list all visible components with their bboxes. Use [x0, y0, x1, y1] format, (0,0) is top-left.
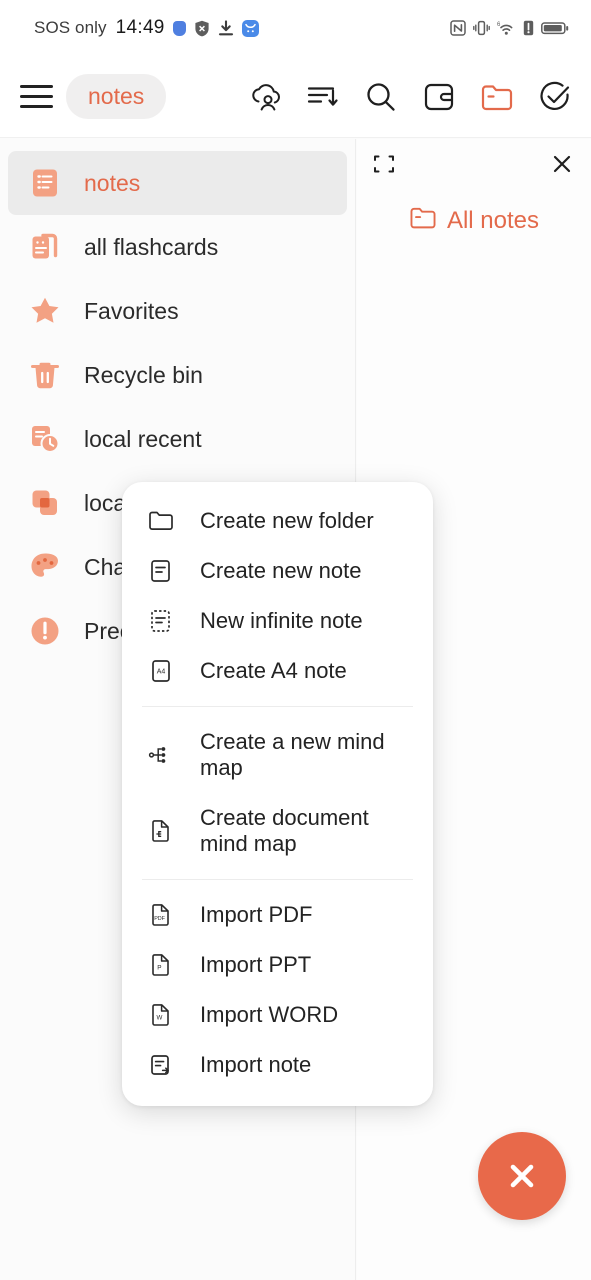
ppt-file-icon: P [148, 952, 174, 978]
hamburger-menu-icon[interactable] [14, 75, 58, 119]
create-menu-popup: Create new folder Create new note New in… [122, 482, 433, 1106]
download-icon [218, 19, 234, 37]
menu-item-create-document-mind-map[interactable]: Create document mind map [122, 793, 433, 869]
menu-item-import-ppt[interactable]: P Import PPT [122, 940, 433, 990]
menu-item-label: Import note [200, 1051, 312, 1077]
svg-text:PDF: PDF [154, 916, 165, 922]
cloud-account-icon[interactable] [247, 79, 283, 115]
sidebar-item-local-recent[interactable]: local recent [8, 407, 347, 471]
flashcards-icon [28, 230, 62, 264]
word-file-icon: W [148, 1002, 174, 1028]
collapse-icon[interactable] [369, 149, 399, 179]
check-circle-icon[interactable] [537, 79, 573, 115]
app-header: notes [0, 56, 591, 138]
clock-history-icon [28, 422, 62, 456]
menu-item-label: Import PPT [200, 951, 312, 977]
note-list-icon [28, 166, 62, 200]
trash-icon [28, 358, 62, 392]
panel-toggle-icon[interactable] [421, 79, 457, 115]
star-icon [28, 294, 62, 328]
svg-text:P: P [157, 964, 161, 971]
sidebar-item-favorites[interactable]: Favorites [8, 279, 347, 343]
menu-item-import-word[interactable]: W Import WORD [122, 990, 433, 1040]
menu-item-create-new-note[interactable]: Create new note [122, 546, 433, 596]
menu-item-create-a-new-mind-map[interactable]: Create a new mind map [122, 717, 433, 793]
close-icon [510, 1164, 534, 1188]
blue-shield-icon [172, 20, 186, 36]
sidebar-item-label: Recycle bin [84, 361, 203, 388]
note-outline-icon [148, 558, 174, 584]
menu-item-label: Create A4 note [200, 658, 347, 684]
sidebar-item-label: all flashcards [84, 233, 219, 260]
menu-item-label: Create new note [200, 558, 362, 584]
content-area: notes all flashcards Favorites Recycle b… [0, 139, 591, 1280]
document-mindmap-icon [148, 818, 174, 844]
sidebar-item-label: notes [84, 169, 141, 196]
sidebar-item-recycle-bin[interactable]: Recycle bin [8, 343, 347, 407]
status-bar-left: SOS only 14:49 [34, 17, 259, 39]
menu-item-label: Create a new mind map [200, 729, 385, 780]
sidebar-item-notes[interactable]: notes [8, 151, 347, 215]
menu-item-new-infinite-note[interactable]: New infinite note [122, 596, 433, 646]
import-note-icon [148, 1052, 174, 1078]
all-notes-label: All notes [446, 207, 540, 234]
svg-text:A4: A4 [157, 669, 166, 676]
menu-divider [142, 878, 413, 880]
close-icon[interactable] [547, 149, 577, 179]
status-bar: SOS only 14:49 6 [0, 0, 591, 56]
clock-label: 14:49 [115, 17, 165, 38]
sidebar-item-label: Favorites [84, 297, 179, 324]
mindmap-icon [148, 742, 174, 768]
all-notes-header[interactable]: All notes [357, 205, 591, 237]
alert-icon [523, 20, 534, 36]
sort-icon[interactable] [305, 79, 341, 115]
exclamation-circle-icon [28, 614, 62, 648]
folder-icon[interactable] [479, 79, 515, 115]
wifi6-icon: 6 [497, 20, 516, 36]
folder-icon [409, 205, 437, 237]
menu-item-label: Import WORD [200, 1001, 339, 1027]
palette-icon [28, 550, 62, 584]
stacked-squares-icon [28, 486, 62, 520]
close-fab-button[interactable] [478, 1132, 566, 1220]
menu-item-import-note[interactable]: Import note [122, 1040, 433, 1090]
folder-outline-icon [148, 508, 174, 534]
menu-item-import-pdf[interactable]: PDF Import PDF [122, 890, 433, 940]
page-title[interactable]: notes [66, 74, 167, 119]
sidebar-item-label: local recent [84, 425, 202, 452]
menu-item-create-new-folder[interactable]: Create new folder [122, 496, 433, 546]
app-header-actions [247, 79, 573, 115]
nfc-icon [450, 20, 466, 36]
menu-item-label: New infinite note [200, 608, 363, 634]
vibrate-icon [473, 20, 490, 36]
status-bar-right: 6 [450, 20, 569, 36]
a4-note-icon: A4 [148, 658, 174, 684]
search-icon[interactable] [363, 79, 399, 115]
infinite-note-icon [148, 608, 174, 634]
battery-icon [541, 20, 569, 36]
blocked-shield-icon [194, 20, 210, 37]
sidebar-item-all-flashcards[interactable]: all flashcards [8, 215, 347, 279]
pdf-file-icon: PDF [148, 902, 174, 928]
menu-item-label: Create document mind map [200, 804, 369, 856]
right-panel-toolbar [357, 139, 591, 179]
menu-item-label: Create new folder [200, 508, 374, 534]
menu-divider [142, 706, 413, 707]
menu-item-create-a4-note[interactable]: A4 Create A4 note [122, 646, 433, 696]
menu-item-label: Import PDF [200, 901, 313, 927]
app-badge-icon [241, 19, 259, 37]
svg-text:W: W [156, 1014, 162, 1021]
carrier-label: SOS only [34, 18, 107, 37]
